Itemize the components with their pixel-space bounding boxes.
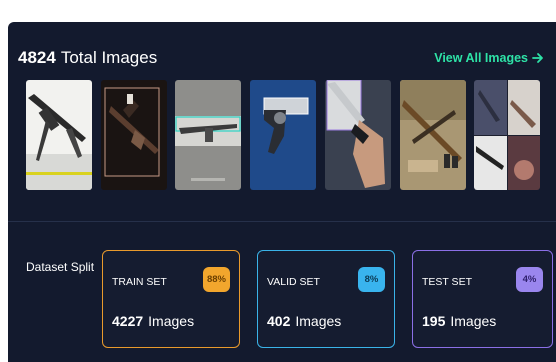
train-set-title: TRAIN SET [112,276,167,288]
thumbnail-image[interactable] [250,80,316,190]
view-all-images-label: View All Images [434,51,528,65]
test-set-title: TEST SET [422,276,472,288]
page: 4824 Total Images View All Images Datase… [0,0,556,362]
train-set-count-unit: Images [148,313,195,329]
valid-set-title: VALID SET [267,276,320,288]
view-all-images-link[interactable]: View All Images [434,51,544,65]
valid-set-count-unit: Images [295,313,342,329]
test-set-card[interactable]: TEST SET 4% 195 Images [412,250,553,348]
train-set-card[interactable]: TRAIN SET 88% 4227 Images [102,250,240,348]
train-set-count-number: 4227 [112,313,144,329]
test-set-count-unit: Images [450,313,497,329]
thumbnail-image[interactable] [26,80,92,190]
valid-set-count-number: 402 [267,313,291,329]
valid-set-card[interactable]: VALID SET 8% 402 Images [257,250,395,348]
thumbnail-image[interactable] [474,80,540,190]
thumbnail-image[interactable] [400,80,466,190]
total-images-heading: 4824 Total Images [18,48,157,68]
section-divider [8,221,556,222]
thumbnail-image[interactable] [175,80,241,190]
test-set-count: 195 Images [422,313,496,329]
dataset-split-label: Dataset Split [26,260,95,274]
total-images-count: 4824 [18,48,56,67]
arrow-right-icon [532,53,543,63]
test-set-percent-badge: 4% [516,267,543,292]
valid-set-percent-badge: 8% [358,267,385,292]
thumbnail-image[interactable] [101,80,167,190]
test-set-count-number: 195 [422,313,446,329]
train-set-percent-badge: 88% [203,267,230,292]
train-set-count: 4227 Images [112,313,194,329]
thumbnail-strip [26,80,548,190]
thumbnail-image[interactable] [325,80,391,190]
total-images-label: Total Images [60,48,158,67]
valid-set-count: 402 Images [267,313,341,329]
